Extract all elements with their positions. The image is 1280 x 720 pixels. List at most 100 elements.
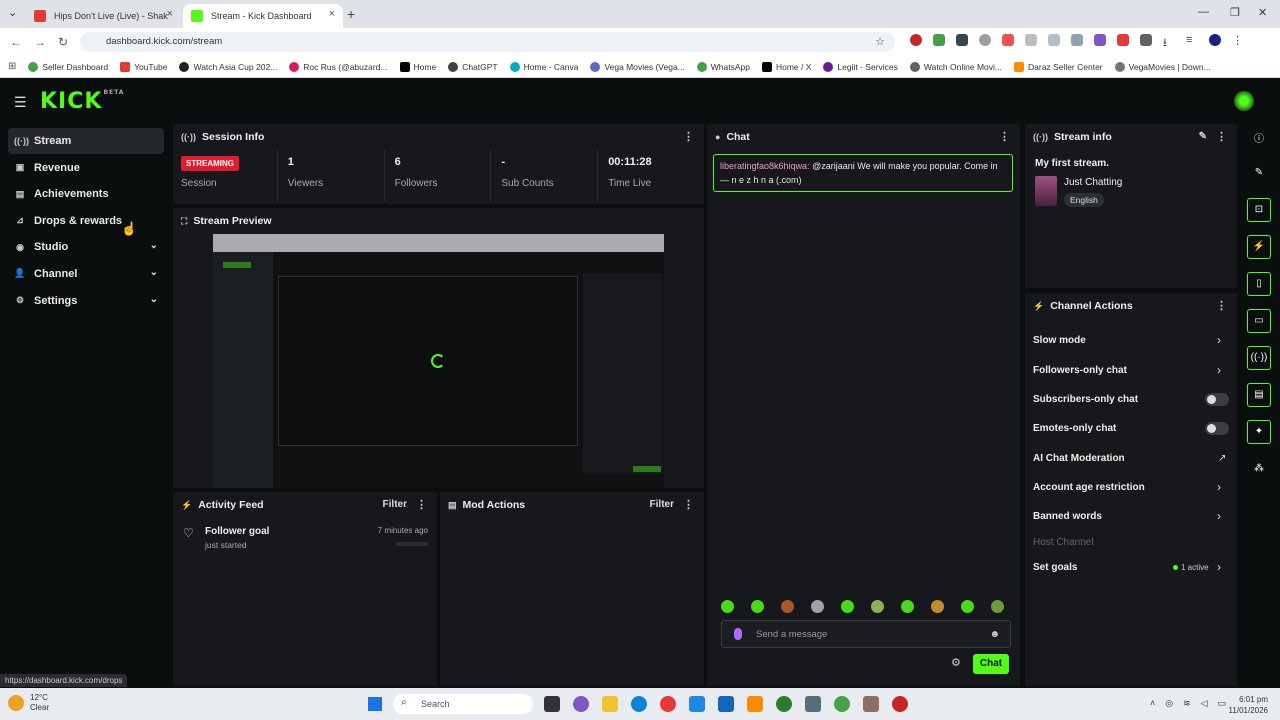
chevron-right-icon[interactable]: › (1217, 480, 1221, 494)
external-link-icon[interactable]: ↗ (1218, 453, 1226, 464)
extension-icon[interactable] (956, 34, 968, 46)
sidebar-item-achievements[interactable]: ▤ Achievements (8, 181, 164, 207)
extension-icon[interactable] (1002, 34, 1014, 46)
microphone-icon[interactable] (734, 628, 742, 640)
layout-icon[interactable]: ⁂ (1247, 457, 1271, 481)
bookmark-item[interactable]: ChatGPT (448, 61, 498, 72)
apps-grid-icon[interactable]: ⊞ (8, 61, 16, 72)
mod-widget-icon[interactable]: ▤ (1247, 383, 1271, 407)
start-button[interactable] (368, 697, 382, 711)
extension-icon[interactable] (1094, 34, 1106, 46)
more-options-icon[interactable]: ⋮ (1216, 130, 1227, 143)
app-icon[interactable] (776, 696, 792, 712)
bookmark-item[interactable]: Home - Canva (509, 61, 578, 72)
more-options-icon[interactable]: ⋮ (683, 498, 694, 511)
taskbar-search[interactable]: ⌕ Search (393, 694, 533, 714)
sidebar-item-stream[interactable]: ((·)) Stream (8, 128, 164, 154)
emote-icon[interactable] (751, 600, 764, 613)
volume-icon[interactable]: ◁ (1201, 698, 1208, 709)
download-icon[interactable]: ⭳ (1163, 34, 1175, 49)
kick-logo[interactable]: KICKBETA (40, 89, 124, 114)
extension-icon[interactable] (910, 34, 922, 46)
chat-widget-icon[interactable]: ▭ (1247, 309, 1271, 333)
category-thumbnail[interactable] (1035, 176, 1057, 206)
bookmark-star-icon[interactable]: ☆ (875, 35, 885, 48)
chevron-right-icon[interactable]: › (1217, 333, 1221, 347)
info-icon[interactable]: ⓘ (1247, 124, 1271, 148)
bookmark-item[interactable]: Home (399, 61, 436, 72)
puzzle-icon[interactable] (1140, 34, 1152, 46)
restore-icon[interactable]: ❐ (1230, 6, 1240, 19)
chevron-right-icon[interactable]: › (1217, 509, 1221, 523)
chevron-right-icon[interactable]: › (1217, 560, 1221, 574)
tab-kick-dashboard[interactable]: Stream - Kick Dashboard × (183, 4, 343, 28)
emote-icon[interactable] (781, 600, 794, 613)
emote-icon[interactable] (871, 600, 884, 613)
followers-only-action[interactable]: Followers-only chat (1033, 365, 1223, 376)
subscribers-only-toggle[interactable] (1205, 393, 1229, 406)
extension-icon[interactable] (1025, 34, 1037, 46)
wifi-icon[interactable]: ≋ (1183, 698, 1191, 709)
chat-message[interactable]: liberatingfao8k6hiqwa: @zarijaani We wil… (713, 154, 1013, 192)
sidebar-item-channel[interactable]: 👤 Channel ⌄ (8, 261, 164, 287)
bookmark-item[interactable]: Daraz Seller Center (1014, 61, 1103, 72)
mod-filter-button[interactable]: Filter (650, 499, 674, 510)
emote-icon[interactable] (811, 600, 824, 613)
emotes-only-toggle[interactable] (1205, 422, 1229, 435)
emoji-icon[interactable]: ☻ (989, 629, 1000, 640)
more-options-icon[interactable]: ⋮ (683, 130, 694, 143)
sidebar-item-revenue[interactable]: ▣ Revenue (8, 155, 164, 181)
profile-avatar[interactable] (1209, 34, 1221, 46)
broadcast-widget-icon[interactable]: ((·)) (1247, 346, 1271, 370)
edit-pencil-icon[interactable]: ✎ (1199, 131, 1207, 142)
bookmark-item[interactable]: Roc Rus (@abuzard... (289, 61, 388, 72)
sidebar-item-settings[interactable]: ⚙ Settings ⌄ (8, 288, 164, 314)
url-input[interactable]: dashboard.kick.com/stream ☆ (80, 32, 895, 52)
close-window-icon[interactable]: ✕ (1258, 6, 1267, 19)
chat-settings-icon[interactable]: ⚙ (951, 656, 961, 669)
stream-preview-video[interactable] (213, 234, 664, 488)
emote-icon[interactable] (901, 600, 914, 613)
chat-username[interactable]: liberatingfao8k6hiqwa: (720, 161, 810, 171)
chevron-right-icon[interactable]: › (1217, 363, 1221, 377)
task-view-icon[interactable] (544, 696, 560, 712)
tab-music[interactable]: Hips Don't Live (Live) - Shak × (26, 4, 181, 28)
emote-icon[interactable] (991, 600, 1004, 613)
system-clock[interactable]: 6:01 pm 11/01/2026 (1229, 694, 1268, 716)
vlc-icon[interactable] (747, 696, 763, 712)
weather-widget[interactable]: 12°C Clear (8, 693, 49, 713)
bookmark-item[interactable]: Vega Movies (Vega... (590, 61, 685, 72)
emote-icon[interactable] (841, 600, 854, 613)
chat-message-input[interactable]: Send a message ☻ (721, 620, 1011, 648)
edge-icon[interactable] (631, 696, 647, 712)
emote-icon[interactable] (721, 600, 734, 613)
more-options-icon[interactable]: ⋮ (416, 498, 427, 511)
more-options-icon[interactable]: ⋮ (1216, 299, 1227, 312)
app-icon[interactable] (805, 696, 821, 712)
chrome-icon[interactable] (660, 696, 676, 712)
notes-widget-icon[interactable]: ▯ (1247, 272, 1271, 296)
network-icon[interactable]: ◎ (1165, 698, 1173, 709)
more-options-icon[interactable]: ⋮ (999, 130, 1010, 143)
media-icon[interactable]: ≡ (1186, 34, 1198, 46)
reload-icon[interactable]: ↻ (58, 35, 68, 49)
tab-list-icon[interactable]: ⌄ (8, 6, 17, 19)
extension-icon[interactable] (1117, 34, 1129, 46)
send-chat-button[interactable]: Chat (973, 654, 1009, 674)
preview-widget-icon[interactable]: ⊡ (1247, 198, 1271, 222)
extension-icon[interactable] (979, 34, 991, 46)
bookmark-item[interactable]: Seller Dashboard (28, 61, 108, 72)
bookmark-item[interactable]: VegaMovies | Down... (1114, 61, 1211, 72)
chrome-profile-icon[interactable] (834, 696, 850, 712)
chevron-up-icon[interactable]: ˄ (1150, 698, 1155, 709)
store-icon[interactable] (689, 696, 705, 712)
app-icon[interactable] (863, 696, 879, 712)
close-tab-icon[interactable]: × (167, 8, 173, 20)
bookmark-item[interactable]: Legiit - Services (823, 61, 898, 72)
banned-words-action[interactable]: Banned words (1033, 511, 1223, 522)
extension-icon[interactable] (933, 34, 945, 46)
bookmark-item[interactable]: YouTube (120, 61, 167, 72)
edit-icon[interactable]: ✎ (1247, 161, 1271, 185)
emote-icon[interactable] (961, 600, 974, 613)
ai-moderation-action[interactable]: AI Chat Moderation (1033, 453, 1223, 464)
